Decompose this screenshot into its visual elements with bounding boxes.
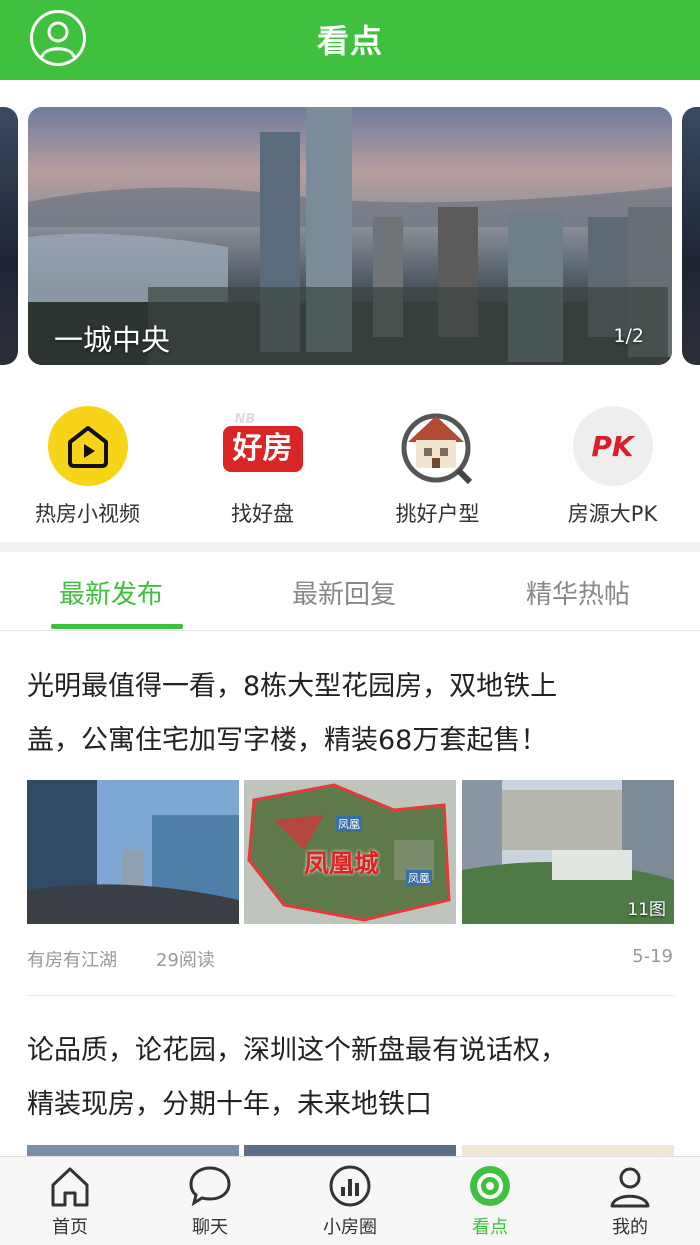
post-title-line: 盖，公寓住宅加写字楼，精装68万套起售！	[27, 725, 548, 756]
pk-icon: PK	[572, 406, 653, 486]
nav-label: 小房圈	[323, 1217, 377, 1238]
quick-item-hot-video[interactable]: 热房小视频	[0, 400, 175, 528]
nav-chat[interactable]: 聊天	[140, 1157, 280, 1245]
post-title-line: 精装现房，分期十年，未来地铁口	[27, 1089, 432, 1120]
post-title[interactable]: 论品质，论花园，深圳这个新盘最有说话权， 精装现房，分期十年，未来地铁口	[27, 1024, 675, 1132]
banner-slide[interactable]: 一城中央 1/2	[28, 107, 672, 365]
tab-latest[interactable]: 最新发布	[59, 574, 163, 611]
banner-caption: 一城中央	[54, 323, 171, 357]
map-label: 凤凰城	[304, 849, 380, 878]
post-title-line: 论品质，论花园，深圳这个新盘最有说话权，	[27, 1035, 567, 1066]
quick-item-label: 热房小视频	[35, 502, 140, 526]
quick-menu: 热房小视频 NB 好房 找好盘 挑好户型 PK 房源大PK	[0, 400, 700, 530]
section-separator	[0, 542, 700, 552]
post-title-line: 光明最值得一看，8栋大型花园房，双地铁上	[27, 671, 558, 702]
post-divider	[27, 995, 675, 996]
post-author[interactable]: 有房有江湖	[27, 946, 117, 972]
post-image[interactable]	[27, 780, 239, 924]
map-tag: 凤凰	[406, 870, 432, 886]
banner-carousel[interactable]: 一城中央 1/2	[0, 107, 700, 365]
nav-label: 聊天	[192, 1217, 228, 1238]
home-icon	[51, 1167, 89, 1207]
bottom-navigation: 首页 聊天 小房圈 看点 我的	[0, 1156, 700, 1245]
post-image[interactable]: 11图	[462, 780, 674, 924]
bar-chart-circle-icon	[329, 1165, 371, 1207]
quick-item-pk[interactable]: PK 房源大PK	[525, 400, 700, 528]
post-image[interactable]	[244, 1145, 456, 1156]
house-magnifier-icon	[398, 406, 478, 486]
nav-circle[interactable]: 小房圈	[280, 1157, 420, 1245]
post-date: 5-19	[632, 946, 673, 967]
post-image[interactable]: 凤凰 凤凰城 凤凰	[244, 780, 456, 924]
quick-item-label: 房源大PK	[567, 502, 658, 526]
tab-latest-replies[interactable]: 最新回复	[292, 574, 396, 611]
pk-badge-text: PK	[591, 430, 634, 463]
banner-next-slide[interactable]	[682, 107, 700, 365]
nav-home[interactable]: 首页	[0, 1157, 140, 1245]
user-icon	[610, 1167, 650, 1208]
quick-item-label: 挑好户型	[395, 502, 480, 526]
tab-featured[interactable]: 精华热帖	[526, 574, 630, 611]
feed-tabs: 最新发布 最新回复 精华热帖	[0, 552, 700, 631]
post-read-count: 29阅读	[156, 950, 215, 971]
nav-mine[interactable]: 我的	[560, 1157, 700, 1245]
badge-small-text: NB	[234, 412, 256, 427]
quick-item-label: 找好盘	[231, 502, 294, 526]
quick-item-find-good[interactable]: NB 好房 找好盘	[175, 400, 350, 528]
post-image[interactable]	[27, 1145, 239, 1156]
banner-prev-slide[interactable]	[0, 107, 18, 365]
nav-kandian[interactable]: 看点	[420, 1157, 560, 1245]
image-count-badge: 11图	[627, 900, 666, 920]
banner-pager: 1/2	[613, 325, 644, 347]
good-house-icon: NB 好房	[222, 406, 303, 486]
video-play-icon	[47, 406, 128, 486]
page-title: 看点	[316, 22, 383, 60]
eye-target-icon	[470, 1166, 510, 1206]
quick-item-layout[interactable]: 挑好户型	[350, 400, 525, 528]
post-image[interactable]	[462, 1145, 674, 1156]
chat-bubble-icon	[189, 1166, 231, 1207]
active-tab-indicator	[51, 624, 183, 629]
nav-label: 首页	[52, 1217, 88, 1238]
top-app-bar: 看点	[0, 0, 700, 80]
nav-label: 我的	[612, 1217, 648, 1238]
post-title[interactable]: 光明最值得一看，8栋大型花园房，双地铁上 盖，公寓住宅加写字楼，精装68万套起售…	[27, 660, 675, 768]
nav-label: 看点	[472, 1217, 508, 1238]
good-house-badge: 好房	[222, 426, 303, 472]
map-tag: 凤凰	[336, 816, 362, 832]
